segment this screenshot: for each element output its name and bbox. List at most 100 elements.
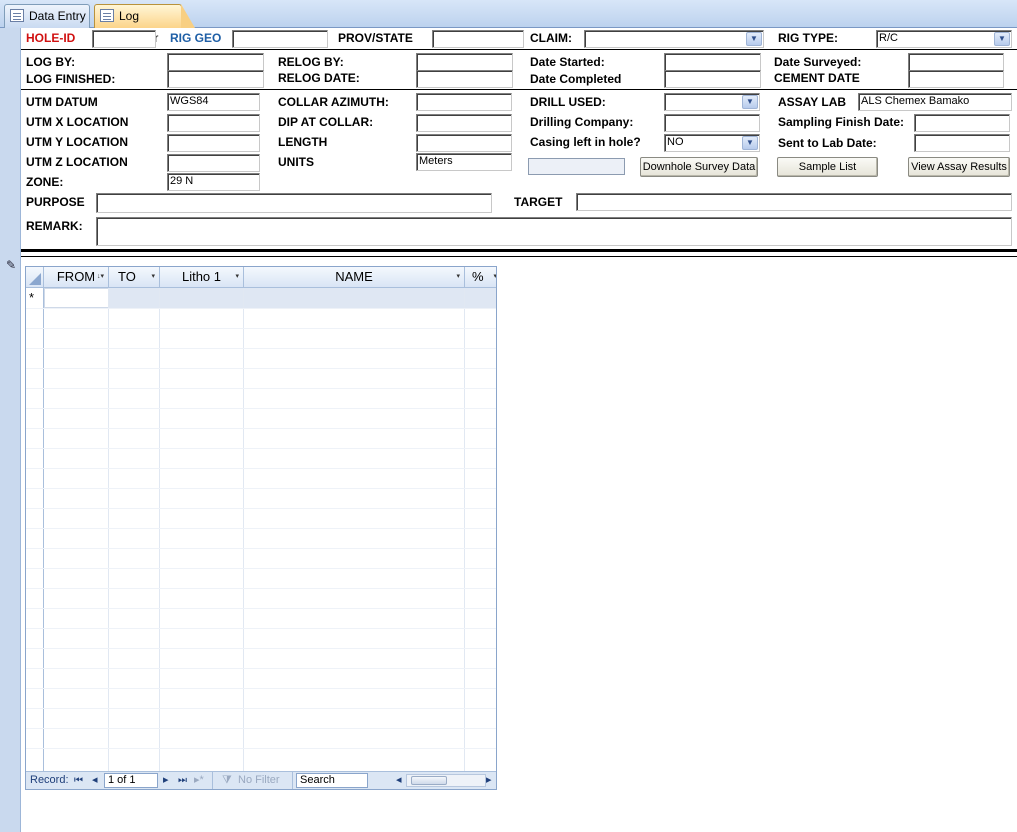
scroll-left-button[interactable]: ◂	[396, 772, 402, 789]
row-rule	[26, 428, 496, 429]
relog-by-label: RELOG BY:	[278, 55, 344, 69]
drilling-company-field[interactable]	[664, 114, 760, 132]
relog-date-field[interactable]	[416, 70, 513, 88]
rig-type-combo[interactable]: R/C ▼	[876, 30, 1012, 48]
chevron-down-icon[interactable]: ▾	[493, 267, 496, 287]
downhole-survey-button[interactable]: Downhole Survey Data	[640, 157, 758, 177]
drill-used-combo[interactable]: ▼	[664, 93, 760, 111]
search-input[interactable]: Search	[296, 773, 368, 788]
first-record-button[interactable]: ⏮	[74, 772, 83, 789]
next-record-button[interactable]: ▸	[163, 772, 169, 789]
horizontal-scrollbar[interactable]	[406, 774, 486, 787]
casing-left-combo[interactable]: NO ▼	[664, 134, 760, 152]
row-rule	[26, 728, 496, 729]
hole-id-label: HOLE-ID	[26, 31, 76, 45]
chevron-down-icon[interactable]: ▾	[456, 267, 460, 287]
collar-azimuth-label: COLLAR AZIMUTH:	[278, 95, 389, 109]
collar-azimuth-field[interactable]	[416, 93, 512, 111]
relog-by-field[interactable]	[416, 53, 513, 71]
column-header-to-label: TO	[118, 269, 136, 284]
casing-left-label: Casing left in hole?	[530, 135, 641, 149]
column-header-from[interactable]: FROM ↓▾	[44, 267, 109, 288]
row-rule	[26, 588, 496, 589]
remark-label: REMARK:	[26, 219, 83, 233]
length-field[interactable]	[416, 134, 512, 152]
row-rule	[26, 648, 496, 649]
row-rule	[26, 448, 496, 449]
dip-at-collar-label: DIP AT COLLAR:	[278, 115, 374, 129]
view-assay-results-button[interactable]: View Assay Results	[908, 157, 1010, 177]
chevron-down-icon[interactable]: ▼	[742, 95, 758, 109]
prov-state-label: PROV/STATE	[338, 31, 413, 45]
date-surveyed-field[interactable]	[908, 53, 1004, 71]
current-record-field[interactable]: 1 of 1	[104, 773, 158, 788]
select-all-corner[interactable]	[26, 267, 44, 288]
cement-date-field[interactable]	[908, 70, 1004, 88]
prov-state-field[interactable]	[432, 30, 524, 48]
date-started-field[interactable]	[664, 53, 761, 71]
datasheet-subform: FROM ↓▾ TO ▾ Litho 1 ▾ NAME ▾ % ▾ * Reco…	[25, 266, 497, 790]
utm-x-field[interactable]	[167, 114, 260, 132]
column-header-percent[interactable]: % ▾	[465, 267, 496, 288]
zone-field[interactable]: 29 N	[167, 173, 260, 191]
utm-y-label: UTM Y LOCATION	[26, 135, 128, 149]
chevron-down-icon[interactable]: ▾	[151, 267, 155, 287]
sample-list-button[interactable]: Sample List	[777, 157, 878, 177]
remark-field[interactable]	[96, 217, 1012, 246]
column-header-name[interactable]: NAME ▾	[244, 267, 465, 288]
log-by-field[interactable]	[167, 53, 264, 71]
assay-lab-field[interactable]: ALS Chemex Bamako	[858, 93, 1012, 111]
chevron-down-icon[interactable]: ▾	[235, 267, 239, 287]
log-finished-label: LOG FINISHED:	[26, 72, 116, 86]
dip-at-collar-field[interactable]	[416, 114, 512, 132]
previous-record-button[interactable]: ◂	[92, 772, 98, 789]
row-rule	[26, 308, 496, 309]
length-label: LENGTH	[278, 135, 328, 149]
chevron-down-icon[interactable]: ▼	[746, 32, 762, 46]
row-rule	[26, 508, 496, 509]
claim-combo[interactable]: ▼	[584, 30, 764, 48]
date-completed-field[interactable]	[664, 70, 761, 88]
scroll-right-button[interactable]: ▸	[486, 772, 492, 789]
new-record-button[interactable]: ▸*	[194, 772, 204, 789]
log-finished-field[interactable]	[167, 70, 264, 88]
column-header-to[interactable]: TO ▾	[109, 267, 160, 288]
tab-log-header[interactable]: Log Header	[94, 4, 195, 45]
column-header-litho-1[interactable]: Litho 1 ▾	[160, 267, 244, 288]
purpose-field[interactable]	[96, 193, 492, 213]
log-by-label: LOG BY:	[26, 55, 76, 69]
sort-filter-icon[interactable]: ↓▾	[97, 267, 104, 287]
chevron-down-icon[interactable]: ▼	[742, 136, 758, 150]
row-rule	[26, 528, 496, 529]
filter-icon: ⧩	[222, 774, 232, 786]
utm-z-field[interactable]	[167, 154, 260, 172]
date-started-label: Date Started:	[530, 55, 605, 69]
filter-status[interactable]: No Filter	[238, 772, 280, 789]
sampling-finish-field[interactable]	[914, 114, 1010, 132]
column-header-percent-label: %	[472, 269, 484, 284]
form-header-divider	[21, 249, 1017, 252]
sent-to-lab-field[interactable]	[914, 134, 1010, 152]
date-completed-label: Date Completed	[530, 72, 622, 86]
utm-y-field[interactable]	[167, 134, 260, 152]
row-selector-column[interactable]	[26, 288, 44, 773]
target-field[interactable]	[576, 193, 1012, 211]
units-label: UNITS	[278, 155, 314, 169]
tab-data-entry[interactable]: Data Entry	[4, 4, 90, 28]
column-header-litho-1-label: Litho 1	[181, 269, 222, 284]
new-record-row[interactable]	[44, 288, 496, 308]
last-record-button[interactable]: ⏭	[178, 772, 187, 789]
nav-divider	[212, 772, 213, 789]
row-rule	[26, 628, 496, 629]
units-field[interactable]: Meters	[416, 153, 512, 171]
row-rule	[26, 368, 496, 369]
utm-datum-field[interactable]: WGS84	[167, 93, 260, 111]
column-rule	[464, 288, 465, 773]
hole-id-field[interactable]	[92, 30, 156, 48]
row-rule	[26, 568, 496, 569]
scroll-thumb[interactable]	[411, 776, 447, 785]
zone-label: ZONE:	[26, 175, 64, 189]
new-record-from-cell[interactable]	[44, 288, 109, 308]
chevron-down-icon[interactable]: ▼	[994, 32, 1010, 46]
rig-geo-field[interactable]	[232, 30, 328, 48]
